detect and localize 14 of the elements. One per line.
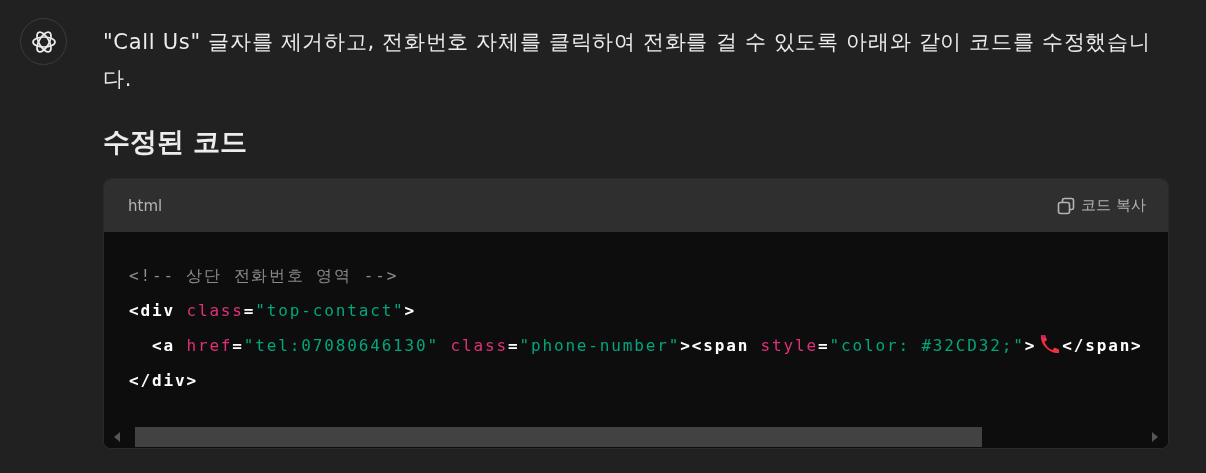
- message-text: "Call Us" 글자를 제거하고, 전화번호 자체를 클릭하여 전화를 걸 수 있도록 아래와 같이 코드를 수정했습니다.: [103, 29, 1152, 93]
- phone-icon: [1038, 334, 1061, 354]
- code-line: <div class="top-contact">: [129, 300, 418, 322]
- copy-code-button[interactable]: 코드 복사: [1057, 196, 1146, 215]
- scrollbar-thumb[interactable]: [135, 427, 982, 447]
- code-line: <!-- 상단 전화번호 영역 -->: [129, 265, 400, 287]
- scroll-left-icon[interactable]: [114, 432, 122, 442]
- copy-icon: [1057, 196, 1076, 215]
- code-line: </div>: [129, 370, 199, 392]
- language-label: html: [128, 196, 163, 215]
- scroll-right-icon[interactable]: [1152, 432, 1160, 442]
- knot-icon: [30, 28, 57, 55]
- section-heading: 수정된 코드: [103, 125, 249, 159]
- code-line: <a href="tel:07080646130" class="phone-number"><span style="color: #32CD32;"> </span>: [150, 333, 1144, 357]
